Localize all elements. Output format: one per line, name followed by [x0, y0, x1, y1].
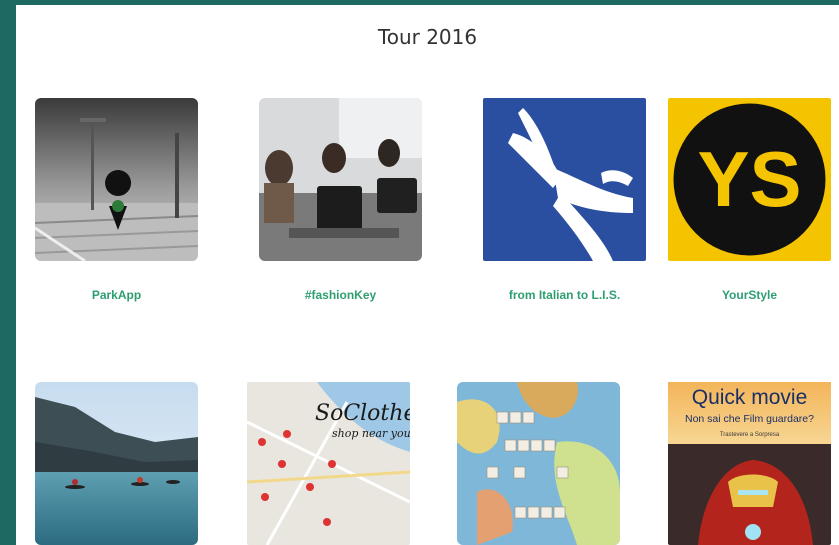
quick-movie-tagline: Non sai che Film guardare? [685, 413, 814, 425]
classroom-photo-icon[interactable] [259, 98, 422, 261]
gallery-panel: Tour 2016 ParkApp #fashionKey from Itali… [16, 5, 839, 545]
soclothes-tagline: shop near you [332, 427, 410, 440]
ys-logo-icon[interactable]: YS [668, 98, 831, 261]
quick-movie-poster-icon[interactable]: Quick movie Non sai che Film guardare? T… [668, 382, 831, 545]
page-title: Tour 2016 [377, 25, 478, 49]
parking-pin-photo-icon[interactable] [35, 98, 198, 261]
soclothes-map-icon[interactable]: SoClothes shop near you [247, 382, 410, 545]
world-map-tiles-icon[interactable] [457, 382, 620, 545]
project-label[interactable]: YourStyle [628, 288, 839, 302]
project-label[interactable]: ParkApp [16, 288, 238, 302]
ys-logo-text: YS [697, 135, 801, 223]
kayak-lake-photo-icon[interactable] [35, 382, 198, 545]
sign-language-hands-icon[interactable] [483, 98, 646, 261]
quick-movie-subtagline: Trastevere a Sorpresa [720, 432, 780, 438]
quick-movie-title: Quick movie [692, 386, 808, 409]
soclothes-logo-text: SoClothes [315, 401, 410, 426]
project-label[interactable]: #fashionKey [219, 288, 462, 302]
